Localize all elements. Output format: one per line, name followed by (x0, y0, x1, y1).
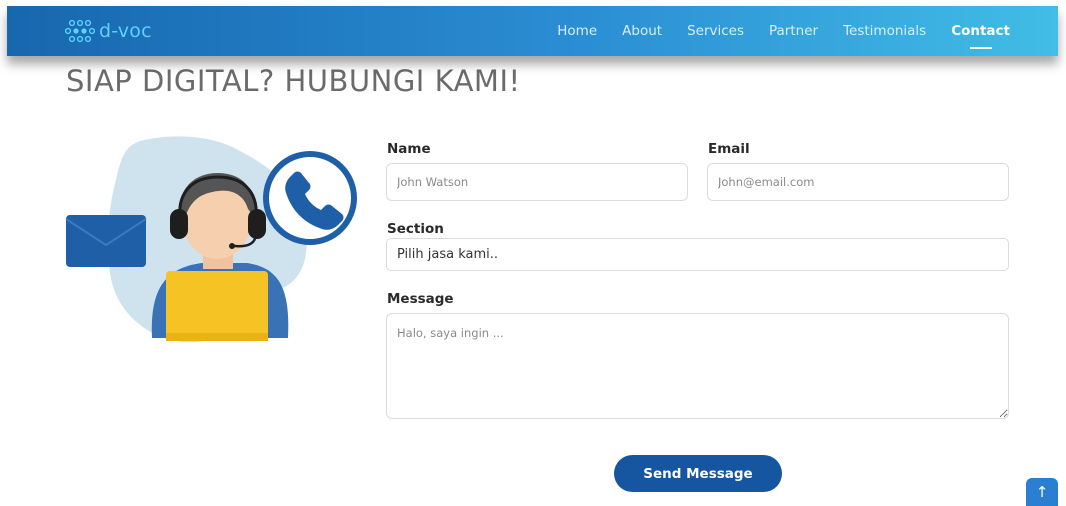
section-select-value: Pilih jasa kami.. (397, 247, 499, 262)
section-select[interactable]: Pilih jasa kami.. (386, 238, 1009, 271)
phone-icon (263, 151, 357, 245)
arrow-up-icon: ↑ (1035, 483, 1049, 501)
logo-icon (65, 19, 95, 43)
nav-link-partner[interactable]: Partner (769, 23, 818, 39)
send-message-button[interactable]: Send Message (614, 455, 782, 492)
email-label: Email (708, 141, 750, 157)
message-textarea[interactable] (386, 313, 1009, 419)
customer-support-illustration (65, 136, 357, 343)
name-label: Name (387, 141, 431, 157)
brand-logo[interactable]: d-voc (65, 18, 152, 44)
back-to-top-button[interactable]: ↑ (1026, 478, 1058, 506)
nav-link-home[interactable]: Home (557, 23, 597, 39)
page-title: SIAP DIGITAL? HUBUNGI KAMI! (66, 64, 521, 98)
nav-link-contact[interactable]: Contact (951, 23, 1010, 39)
navbar: d-voc Home About Services Partner Testim… (7, 6, 1058, 56)
brand-name: d-voc (99, 20, 152, 42)
nav-link-about[interactable]: About (622, 23, 662, 39)
section-label: Section (387, 221, 444, 237)
envelope-icon (65, 215, 147, 267)
nav-link-services[interactable]: Services (687, 23, 744, 39)
nav-link-testimonials[interactable]: Testimonials (843, 23, 926, 39)
name-input[interactable] (386, 163, 688, 201)
nav-links: Home About Services Partner Testimonials… (532, 6, 1010, 56)
email-input[interactable] (707, 163, 1009, 201)
message-label: Message (387, 291, 454, 307)
